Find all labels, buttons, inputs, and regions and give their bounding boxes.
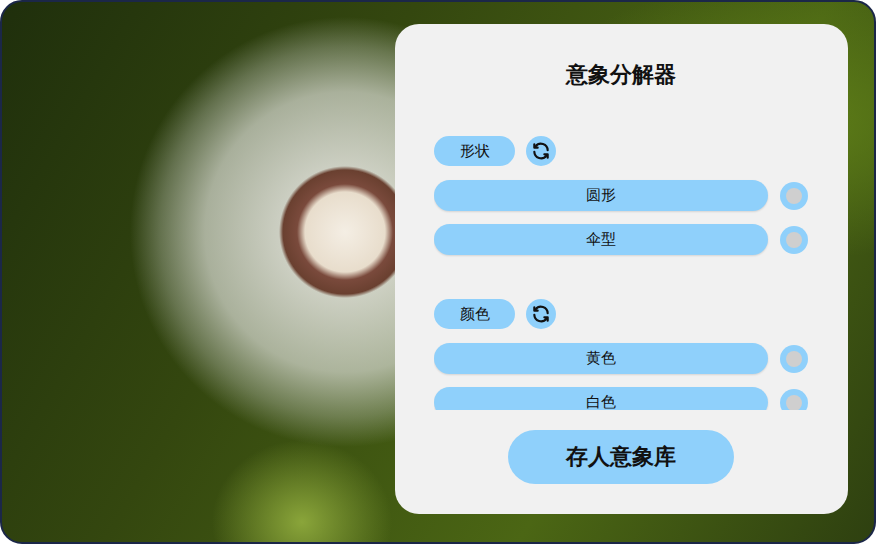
option-radio[interactable]	[780, 226, 808, 254]
option-radio[interactable]	[780, 345, 808, 373]
group-header: 形状	[434, 136, 808, 166]
attribute-list: 形状圆形伞型颜色黄色白色	[434, 136, 808, 410]
refresh-icon[interactable]	[526, 136, 556, 166]
attribute-group: 颜色黄色白色	[434, 299, 808, 410]
panel-title: 意象分解器	[434, 60, 808, 90]
option-label[interactable]: 伞型	[434, 224, 768, 255]
option-label[interactable]: 圆形	[434, 180, 768, 211]
decomposer-panel: 意象分解器形状圆形伞型颜色黄色白色存人意象库	[395, 24, 848, 514]
option-row: 圆形	[434, 180, 808, 211]
option-row: 伞型	[434, 224, 808, 255]
button-row: 存人意象库	[434, 430, 808, 484]
option-label[interactable]: 白色	[434, 387, 768, 410]
refresh-icon[interactable]	[526, 299, 556, 329]
option-radio[interactable]	[780, 182, 808, 210]
option-radio[interactable]	[780, 389, 808, 411]
group-label: 颜色	[434, 299, 515, 329]
option-list: 圆形伞型	[434, 180, 808, 255]
group-header: 颜色	[434, 299, 808, 329]
option-list: 黄色白色	[434, 343, 808, 410]
attribute-group: 形状圆形伞型	[434, 136, 808, 255]
save-button[interactable]: 存人意象库	[508, 430, 734, 484]
option-row: 黄色	[434, 343, 808, 374]
group-label: 形状	[434, 136, 515, 166]
app-frame: 意象分解器形状圆形伞型颜色黄色白色存人意象库	[0, 0, 876, 544]
option-label[interactable]: 黄色	[434, 343, 768, 374]
option-row: 白色	[434, 387, 808, 410]
